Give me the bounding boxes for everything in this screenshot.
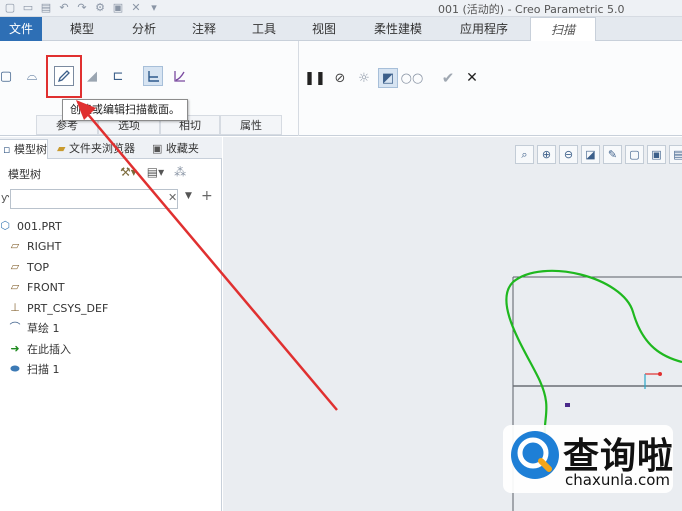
ribbon-panel: ▢ ⌓ ◢ ⊏ ❚❚ ⊘ ☼ ◩ ○○ ✔ ✕ 参考 选项 相切 属性 [0, 41, 682, 136]
pause-icon[interactable]: ❚❚ [304, 68, 326, 88]
regenerate-icon[interactable]: ⚙ [94, 2, 106, 14]
favorites-icon: ▣ [152, 142, 163, 155]
folder-icon: ▰ [57, 142, 66, 155]
new-icon[interactable]: ▢ [4, 2, 16, 14]
tab-properties[interactable]: 属性 [220, 115, 282, 135]
tab-model[interactable]: 模型 [52, 17, 112, 41]
tree-search-input[interactable] [10, 189, 178, 209]
save-icon[interactable]: ▤ [40, 2, 52, 14]
tab-favorites[interactable]: ▣ 收藏夹 [148, 139, 220, 158]
solid-icon[interactable]: ▢ [0, 66, 16, 86]
undo-icon[interactable]: ↶ [58, 2, 70, 14]
clear-icon[interactable]: ✕ [168, 191, 177, 204]
watermark-url: chaxunla.com [565, 471, 670, 489]
check-icon[interactable]: ✔ [438, 68, 458, 88]
tree-node-label: RIGHT [27, 239, 62, 253]
tooltip: 创建或编辑扫描截面。 [62, 99, 188, 121]
tree-node-label: PRT_CSYS_DEF [27, 301, 109, 315]
preview-glasses-icon[interactable]: ○○ [401, 68, 424, 88]
tree-node-sketch[interactable]: ⌒ 草绘 1 [8, 319, 60, 337]
add-icon[interactable]: + [201, 188, 213, 204]
tab-tools[interactable]: 工具 [234, 17, 294, 41]
open-icon[interactable]: ▭ [22, 2, 34, 14]
variable-section-icon[interactable] [169, 66, 189, 86]
tab-view[interactable]: 视图 [294, 17, 354, 41]
tree-filter-icon[interactable]: ⁂ [174, 165, 186, 179]
quick-access-toolbar: ▢ ▭ ▤ ↶ ↷ ⚙ ▣ ✕ ▾ [4, 2, 160, 14]
thicken-icon[interactable]: ⊏ [108, 66, 128, 86]
tree-node-label: 在此插入 [27, 343, 71, 356]
remove-material-icon[interactable]: ◢ [82, 66, 102, 86]
tree-node-label: 001.PRT [17, 219, 62, 233]
tree-node-label: 扫描 1 [27, 363, 60, 376]
start-point [658, 372, 662, 376]
tree-node-sweep[interactable]: ⬬ 扫描 1 [8, 360, 60, 378]
windows-icon[interactable]: ▣ [112, 2, 124, 14]
watermark: 查询啦 chaxunla.com [503, 425, 673, 493]
constant-section-icon[interactable] [143, 66, 163, 86]
tab-applications[interactable]: 应用程序 [442, 17, 526, 41]
tree-node-insert-here[interactable]: ➜ 在此插入 [8, 340, 71, 358]
sweep-trajectory [505, 269, 682, 438]
no-preview-icon[interactable]: ⊘ [330, 68, 350, 88]
model-tree-title: 模型树 [8, 168, 41, 181]
tree-node-label: TOP [27, 260, 50, 274]
insert-arrow-icon: ➜ [10, 342, 20, 355]
navigator-panel: ▫ 模型树 ▰ 文件夹浏览器 ▣ 收藏夹 模型树 ⚒▾ ▤▾ ⁂ ƴ ✕ ▼ +… [0, 137, 222, 511]
tab-flexible-modeling[interactable]: 柔性建模 [356, 17, 440, 41]
tree-node-csys[interactable]: ⊥ PRT_CSYS_DEF [8, 299, 108, 317]
model-tree-icon: ▫ [3, 143, 11, 156]
verify-preview-icon[interactable]: ◩ [378, 68, 398, 88]
cancel-icon[interactable]: ✕ [462, 68, 482, 88]
watermark-logo [511, 431, 559, 479]
separate-preview-icon[interactable]: ☼ [354, 68, 374, 88]
csys-icon: ⊥ [10, 301, 20, 314]
tab-folder-browser-label: 文件夹浏览器 [68, 142, 135, 155]
tab-file[interactable]: 文件 [0, 17, 42, 41]
tab-sweep[interactable]: 扫描 [530, 17, 596, 42]
tab-model-tree-label: 模型树 [13, 143, 47, 156]
tab-folder-browser[interactable]: ▰ 文件夹浏览器 [53, 139, 143, 158]
tree-node-top[interactable]: ▱ TOP [8, 258, 49, 276]
tab-analysis[interactable]: 分析 [114, 17, 174, 41]
title-bar: ▢ ▭ ▤ ↶ ↷ ⚙ ▣ ✕ ▾ 001 (活动的) - Creo Param… [0, 0, 682, 17]
navigator-tabs: ▫ 模型树 ▰ 文件夹浏览器 ▣ 收藏夹 [0, 137, 222, 159]
model-tree-header: 模型树 ⚒▾ ▤▾ ⁂ [0, 161, 222, 185]
tree-node-label: 草绘 1 [27, 322, 60, 335]
tree-filter-row: ƴ ✕ ▼ + [0, 187, 222, 211]
filter-icon: ƴ [1, 191, 10, 204]
datum-plane-icon: ▱ [10, 239, 20, 252]
tree-node-front[interactable]: ▱ FRONT [8, 278, 65, 296]
tree-columns-icon[interactable]: ▤▾ [147, 165, 164, 179]
tree-node-label: FRONT [27, 280, 65, 294]
tree-node-part[interactable]: ⬡ 001.PRT [0, 217, 62, 235]
customize-icon[interactable]: ▾ [148, 2, 160, 14]
tab-annotate[interactable]: 注释 [174, 17, 234, 41]
tab-favorites-label: 收藏夹 [165, 142, 199, 155]
datum-plane-icon: ▱ [10, 280, 20, 293]
model-tree-tools: ⚒▾ ▤▾ ⁂ [120, 165, 186, 179]
part-icon: ⬡ [0, 219, 10, 232]
redo-icon[interactable]: ↷ [76, 2, 88, 14]
tree-settings-icon[interactable]: ⚒▾ [120, 165, 137, 179]
ribbon-divider [298, 41, 299, 136]
sketch-marker [565, 403, 570, 407]
sketch-icon: ⌒ [9, 321, 21, 334]
chevron-down-icon[interactable]: ▼ [185, 191, 192, 201]
window-title: 001 (活动的) - Creo Parametric 5.0 [438, 3, 625, 16]
close-icon[interactable]: ✕ [130, 2, 142, 14]
sketch-edit-icon[interactable] [54, 66, 74, 86]
ribbon-tabs: 文件 模型 分析 注释 工具 视图 柔性建模 应用程序 扫描 [0, 17, 682, 42]
sweep-icon: ⬬ [10, 362, 20, 375]
tab-model-tree[interactable]: ▫ 模型树 [0, 139, 48, 159]
datum-plane-icon: ▱ [10, 260, 20, 273]
surface-icon[interactable]: ⌓ [22, 66, 42, 86]
tree-node-right[interactable]: ▱ RIGHT [8, 237, 62, 255]
